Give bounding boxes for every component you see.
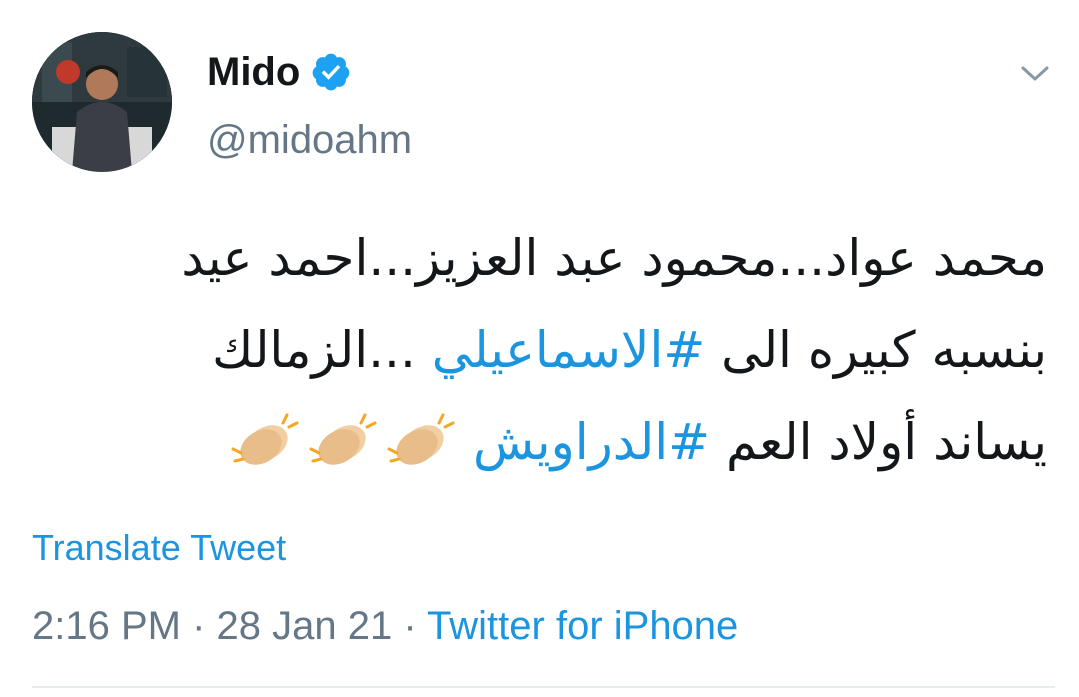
tweet-text-segment: ...الزمالك: [212, 321, 432, 379]
hashtag-link[interactable]: #الاسماعيلي: [432, 321, 706, 379]
tweet-text-segment: بنسبه كبيره الى: [705, 321, 1047, 379]
display-name[interactable]: Mido: [207, 46, 300, 98]
tweet-date[interactable]: 28 Jan 21: [217, 604, 393, 648]
tweet-line-1: محمد عواد...محمود عبد العزيز...احمد عيد: [181, 229, 1047, 287]
avatar-image: [32, 32, 172, 172]
hashtag-link[interactable]: #الدراويش: [473, 413, 710, 471]
tweet-line-2: بنسبه كبيره الى #الاسماعيلي ...الزمالك: [37, 304, 1047, 396]
verified-badge-icon: [310, 51, 352, 93]
tweet-time[interactable]: 2:16 PM: [32, 604, 181, 648]
clapping-hands-emoji-icon: [385, 406, 457, 466]
meta-separator: ·: [180, 604, 217, 648]
chevron-down-icon[interactable]: [1015, 58, 1055, 88]
tweet-source-link[interactable]: Twitter for iPhone: [427, 604, 738, 648]
translate-tweet-link[interactable]: Translate Tweet: [32, 524, 286, 572]
display-name-row: Mido: [207, 46, 352, 98]
avatar[interactable]: [32, 32, 172, 172]
tweet-card: Mido @midoahm محمد عواد...محمود عبد العز…: [0, 0, 1079, 697]
clapping-hands-emoji-icon: [229, 406, 301, 466]
tweet-line-3: يساند أولاد العم #الدراويش: [37, 396, 1047, 488]
divider: [32, 686, 1055, 688]
tweet-text: محمد عواد...محمود عبد العزيز...احمد عيد …: [37, 212, 1047, 488]
tweet-text-segment: يساند أولاد العم: [710, 413, 1047, 471]
meta-separator: ·: [392, 604, 428, 648]
clapping-hands-emoji-icon: [307, 406, 379, 466]
tweet-metadata: 2:16 PM · 28 Jan 21 · Twitter for iPhone: [32, 600, 738, 652]
user-handle[interactable]: @midoahm: [207, 114, 412, 166]
